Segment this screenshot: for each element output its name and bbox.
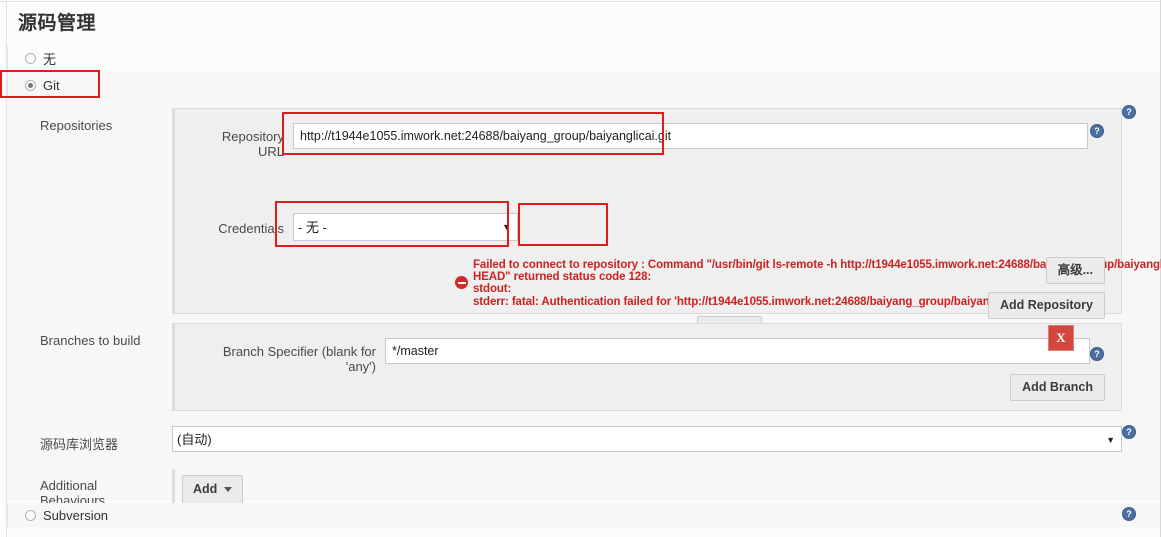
- scm-radio-subversion-label: Subversion: [43, 507, 109, 523]
- scm-radio-git[interactable]: Git: [7, 73, 1160, 97]
- scm-radio-none[interactable]: 无: [7, 46, 1160, 70]
- credentials-row: Credentials - 无 - ▼: [193, 213, 518, 241]
- error-circle-icon: [455, 276, 468, 289]
- git-config-panel: Repositories Repository URL Failed to co…: [7, 97, 1161, 510]
- help-repository-url-icon[interactable]: ?: [1090, 124, 1104, 138]
- branch-specifier-row: Branch Specifier (blank for 'any'): [193, 338, 1090, 374]
- repository-url-input[interactable]: [293, 123, 1088, 149]
- repositories-label: Repositories: [40, 118, 113, 133]
- branch-specifier-label: Branch Specifier (blank for 'any'): [222, 344, 376, 374]
- help-branches-icon[interactable]: ?: [1090, 347, 1104, 361]
- repository-browser-select[interactable]: (自动): [172, 426, 1122, 452]
- add-behaviour-button[interactable]: Add: [182, 475, 244, 504]
- scm-configuration-page: 源码管理 无 Git Repositories Repository URL h…: [0, 0, 1161, 537]
- row-tick: [7, 503, 19, 527]
- repositories-body: Repository URL Failed to connect to repo…: [172, 108, 1161, 343]
- branches-body: Branch Specifier (blank for 'any') Add B…: [172, 323, 1122, 411]
- scm-radio-git-label: Git: [43, 77, 60, 93]
- branches-section: Branches to build Branch Specifier (blan…: [40, 323, 1153, 411]
- add-repository-button[interactable]: Add Repository: [987, 292, 1105, 319]
- help-browser-icon[interactable]: ?: [1122, 425, 1136, 439]
- help-git-icon[interactable]: ?: [1122, 105, 1136, 119]
- row-tick: [7, 73, 19, 97]
- credentials-label: Credentials: [218, 221, 284, 236]
- credentials-select-wrap: - 无 - ▼: [293, 213, 518, 241]
- page-title: 源码管理: [18, 13, 97, 34]
- top-divider: [0, 1, 1161, 2]
- branch-specifier-input[interactable]: [385, 338, 1090, 364]
- delete-branch-button[interactable]: X: [1048, 325, 1074, 351]
- radio-mark-none[interactable]: [25, 52, 36, 64]
- scm-radio-subversion[interactable]: Subversion: [7, 503, 1160, 527]
- repository-url-row: Repository URL: [193, 123, 1088, 159]
- repository-browser-section: 源码库浏览器 (自动) ▼: [40, 426, 1153, 453]
- help-subversion-icon[interactable]: ?: [1122, 507, 1136, 521]
- repository-browser-label: 源码库浏览器: [40, 437, 119, 452]
- branches-label: Branches to build: [40, 333, 141, 348]
- radio-mark-subversion[interactable]: [25, 509, 36, 521]
- row-tick: [7, 46, 19, 70]
- repositories-section: Repositories Repository URL Failed to co…: [40, 108, 1161, 343]
- scm-radio-none-label: 无: [43, 51, 57, 67]
- radio-mark-git[interactable]: [25, 79, 36, 91]
- repository-browser-select-wrap: (自动) ▼: [165, 426, 1122, 453]
- add-branch-button[interactable]: Add Branch: [1010, 374, 1105, 401]
- add-behaviour-label: Add: [193, 482, 218, 496]
- credentials-select[interactable]: - 无 -: [293, 213, 518, 241]
- caret-down-icon: [224, 487, 233, 492]
- repository-url-label: Repository URL: [221, 129, 284, 159]
- advanced-button[interactable]: 高级...: [1045, 257, 1105, 284]
